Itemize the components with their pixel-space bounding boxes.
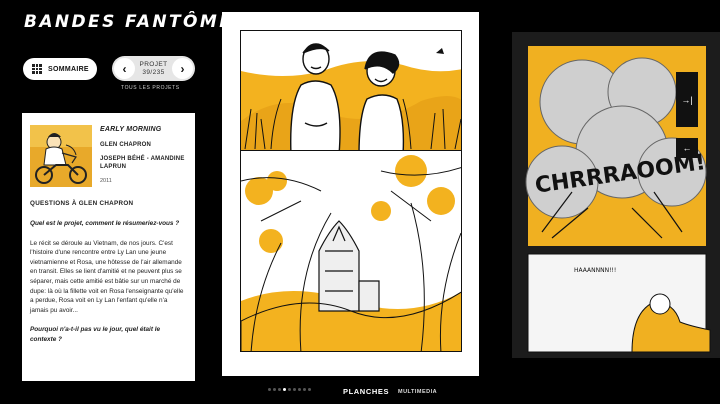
tab-multimedia[interactable]: MULTIMEDIA — [398, 389, 437, 395]
interview-question: Pourquoi n'a-t-il pas vu le jour, quel é… — [30, 326, 161, 343]
project-meta: EARLY MORNING GLEN CHAPRON JOSEPH BÉHÉ -… — [100, 126, 192, 185]
project-info-panel: EARLY MORNING GLEN CHAPRON JOSEPH BÉHÉ -… — [22, 113, 195, 381]
all-projects-link[interactable]: TOUS LES PROJETS — [121, 85, 180, 91]
project-count: 39/235 — [142, 68, 165, 76]
page-dot[interactable] — [278, 388, 281, 391]
project-thumbnail[interactable] — [30, 125, 92, 187]
site-title[interactable]: BANDES FANTÔMES — [24, 12, 248, 32]
page-dot[interactable] — [293, 388, 296, 391]
arrow-expand-icon: →| — [681, 94, 693, 105]
project-counter: PROJET 39/235 — [139, 61, 167, 77]
comic-panel-art — [241, 31, 461, 153]
previous-project-button[interactable]: ‹ — [114, 58, 135, 79]
comic-panel-art — [241, 151, 461, 351]
expand-page-button[interactable]: →| — [676, 72, 698, 127]
page-dot[interactable] — [308, 388, 311, 391]
sommaire-button[interactable]: SOMMAIRE — [23, 58, 97, 80]
project-label: PROJET — [139, 60, 168, 68]
girl-figure — [358, 51, 405, 153]
project-navigator: ‹ PROJET 39/235 › — [112, 56, 195, 81]
comic-page-left[interactable] — [222, 12, 479, 376]
sommaire-label: SOMMAIRE — [48, 65, 89, 73]
project-collaborators: JOSEPH BÉHÉ - AMANDINE LAPRUN — [100, 156, 185, 170]
comic-panel-top — [240, 30, 462, 154]
grid-icon — [32, 64, 42, 74]
project-title: EARLY MORNING — [100, 126, 162, 133]
interview-text: Quel est le projet, comment le résumerie… — [30, 219, 185, 355]
page-dot[interactable] — [283, 388, 286, 391]
interview-answer: Le récit se déroule au Vietnam, de nos j… — [30, 239, 184, 314]
tab-planches[interactable]: PLANCHES — [343, 387, 389, 396]
page-dot[interactable] — [303, 388, 306, 391]
page-dot[interactable] — [288, 388, 291, 391]
speech-text: HAAANNNN!!! — [574, 267, 616, 274]
page-dot[interactable] — [268, 388, 271, 391]
project-author: GLEN CHAPRON — [100, 142, 152, 148]
chevron-left-icon: ‹ — [122, 61, 127, 76]
interview-question: Quel est le projet, comment le résumerie… — [30, 220, 180, 227]
next-project-button[interactable]: › — [171, 58, 193, 79]
arrow-back-icon: ← — [682, 143, 692, 153]
project-year: 2011 — [100, 178, 112, 184]
interview-heading: QUESTIONS À GLEN CHAPRON — [30, 200, 134, 207]
page-dot[interactable] — [298, 388, 301, 391]
back-page-button[interactable]: ← — [676, 138, 698, 158]
page-dot[interactable] — [273, 388, 276, 391]
chevron-right-icon: › — [180, 61, 185, 76]
page-pagination — [268, 388, 311, 391]
comic-panel-bottom — [240, 150, 462, 352]
